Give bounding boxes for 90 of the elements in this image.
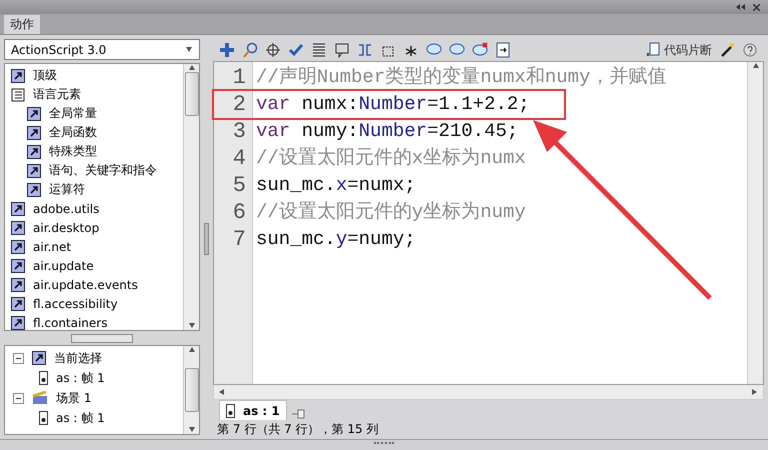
package-icon [11, 316, 25, 330]
close-icon[interactable] [753, 4, 760, 10]
tree-item[interactable]: as : 帧 1 [56, 410, 105, 426]
package-icon [11, 258, 25, 272]
package-icon [11, 202, 25, 216]
code-line: //设置太阳元件的x坐标为numx [256, 146, 526, 171]
frame-icon [39, 371, 48, 385]
frame-icon [39, 411, 48, 425]
language-dropdown[interactable]: ActionScript 3.0 [4, 39, 200, 60]
target-icon[interactable] [265, 42, 281, 58]
library-item[interactable]: adobe.utils [33, 202, 100, 216]
code-line: //设置太阳元件的y坐标为numy [256, 200, 526, 225]
library-item[interactable]: 全局常量 [49, 105, 97, 122]
library-item[interactable]: 运算符 [49, 181, 85, 198]
collapse-handle[interactable] [204, 223, 209, 255]
arrow-icon [188, 346, 196, 354]
library-item[interactable]: 语言元素 [33, 86, 81, 103]
scrollbar[interactable] [747, 62, 763, 384]
line-number: 2 [232, 91, 246, 118]
braces-icon[interactable] [357, 42, 373, 58]
script-tab[interactable]: as : 1 [219, 400, 287, 420]
collapse-toggle[interactable] [13, 392, 24, 404]
package-icon [11, 240, 25, 254]
package-icon [11, 68, 25, 82]
library-item[interactable]: 顶级 [33, 67, 57, 84]
package-icon [27, 106, 41, 120]
scrollbar[interactable] [183, 346, 199, 434]
package-icon [32, 351, 46, 365]
tree-item[interactable]: 场景 1 [56, 390, 92, 406]
caret-icon [185, 46, 193, 54]
library-item[interactable]: fl.containers [33, 316, 108, 330]
book-icon [11, 88, 25, 102]
magic-wand-icon[interactable] [719, 42, 735, 58]
library-item[interactable]: 特殊类型 [49, 143, 97, 160]
pin-icon[interactable] [290, 408, 307, 420]
collapse-icon[interactable] [736, 4, 745, 10]
arrow-icon [751, 388, 759, 396]
code-line: sun_mc.x=numx; [256, 173, 416, 198]
line-number: 5 [232, 172, 246, 199]
code-snippets-button[interactable]: 代码片断 [646, 42, 712, 58]
panel-toggle-icon[interactable] [495, 42, 511, 58]
horizontal-scrollbar[interactable] [213, 385, 764, 400]
help-icon[interactable] [742, 42, 758, 58]
line-number: 3 [232, 118, 246, 145]
arrow-icon [188, 64, 196, 72]
search-icon[interactable] [242, 42, 258, 58]
collapse-toggle[interactable] [13, 352, 24, 364]
frame-icon [226, 404, 235, 418]
align-icon[interactable] [311, 42, 327, 58]
package-icon [27, 126, 41, 140]
remove-comment-icon[interactable] [472, 42, 488, 58]
package-icon [11, 296, 25, 310]
package-icon [11, 278, 25, 292]
arrow-icon [218, 388, 226, 396]
scroll-thumb[interactable] [184, 72, 198, 116]
tree-item[interactable]: 当前选择 [54, 350, 102, 366]
library-item[interactable]: 全局函数 [49, 124, 97, 141]
library-item[interactable]: air.update [33, 258, 94, 272]
arrow-icon [188, 426, 196, 434]
clapperboard-icon [32, 391, 48, 405]
tree-item[interactable]: as : 帧 1 [56, 370, 105, 386]
code-editor[interactable]: 1 //声明Number类型的变量numx和numy，并赋值 2 var numx:Number=1.1+2.2; 3 var numy:Number=210.45; 4 //设置太阳元件的x坐标为numx 5 sun_mc.x=numx; 6 //设置太阳元件的y坐标为numy 7 sun_mc.y=numy; [213, 61, 764, 385]
comment-icon[interactable] [334, 42, 350, 58]
line-number: 4 [232, 145, 246, 172]
library-item[interactable]: air.net [33, 240, 72, 254]
library-item[interactable]: fl.accessibility [33, 296, 118, 310]
package-icon [11, 220, 25, 234]
line-number: 7 [232, 226, 246, 253]
library-item[interactable]: 语句、关键字和指令 [49, 162, 157, 179]
library-item[interactable]: air.update.events [33, 278, 138, 292]
scrollbar[interactable] [183, 64, 199, 330]
code-line: sun_mc.y=numy; [256, 227, 416, 252]
panel-tab[interactable]: 动作 [4, 15, 40, 34]
code-line: var numy:Number=210.45; [256, 119, 518, 144]
package-icon [27, 164, 41, 178]
code-line: //声明Number类型的变量numx和numy，并赋值 [256, 65, 666, 90]
arrow-icon [752, 62, 760, 70]
package-icon [27, 182, 41, 196]
scroll-thumb[interactable] [184, 368, 198, 412]
package-icon [27, 144, 41, 158]
arrow-icon [188, 322, 196, 330]
document-icon [646, 42, 660, 58]
line-number: 6 [232, 199, 246, 226]
line-number: 1 [232, 64, 246, 91]
library-item[interactable]: air.desktop [33, 220, 100, 234]
code-line: var numx:Number=1.1+2.2; [256, 92, 530, 117]
splitter-handle[interactable] [71, 334, 133, 343]
checkmark-icon[interactable] [288, 42, 304, 58]
add-icon[interactable] [219, 42, 235, 58]
status-text: 第 7 行（共 7 行），第 15 列 [217, 422, 378, 436]
